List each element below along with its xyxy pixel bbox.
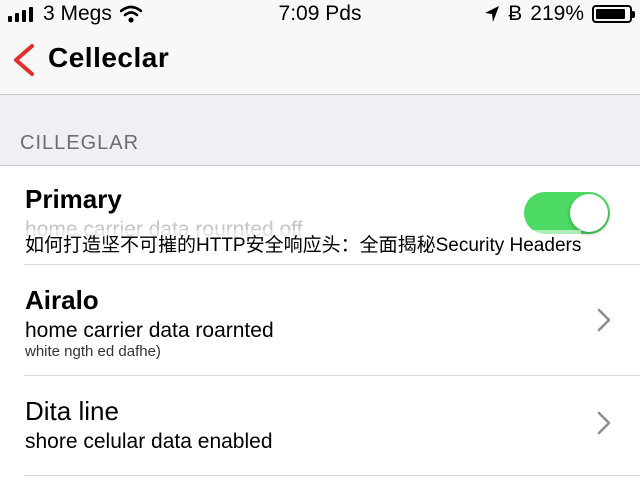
row-title: Airalo — [25, 285, 99, 315]
section-header: CILLEGLAR — [20, 132, 140, 154]
list-item-airalo[interactable]: Airalo home carrier data roarnted white … — [0, 265, 640, 375]
navigation-bar: Celleclar — [0, 28, 640, 95]
battery-icon — [592, 5, 635, 23]
toggle-knob — [570, 194, 608, 232]
chevron-right-icon — [597, 308, 611, 332]
bluetooth-icon: Ƀ — [508, 2, 523, 25]
row-detail: white ngth ed dafhe) — [25, 343, 161, 360]
page-title: Celleclar — [48, 42, 170, 73]
row-title: Dita line — [25, 396, 119, 426]
battery-fill — [596, 9, 625, 19]
location-arrow-icon — [485, 6, 500, 22]
back-chevron-icon[interactable] — [10, 42, 40, 78]
row-title: Primary — [25, 184, 122, 214]
status-right: Ƀ 219% — [484, 2, 635, 26]
primary-toggle[interactable] — [524, 192, 610, 234]
overlay-caption: 如何打造坚不可摧的HTTP安全响应头：全面揭秘Security Headers — [25, 230, 582, 257]
row-subtitle: shore celular data enabled — [25, 430, 273, 453]
divider — [24, 475, 640, 476]
chevron-right-icon — [597, 411, 611, 435]
battery-percent: 219% — [530, 2, 584, 25]
cellular-plans-list: Primary home carrier data rournted off A… — [0, 165, 640, 486]
row-subtitle: home carrier data roarnted — [25, 319, 274, 342]
status-bar: 3 Megs 7:09 Pds Ƀ 219% — [0, 0, 640, 28]
list-item-dita-line[interactable]: Dita line shore celular data enabled — [0, 376, 640, 476]
